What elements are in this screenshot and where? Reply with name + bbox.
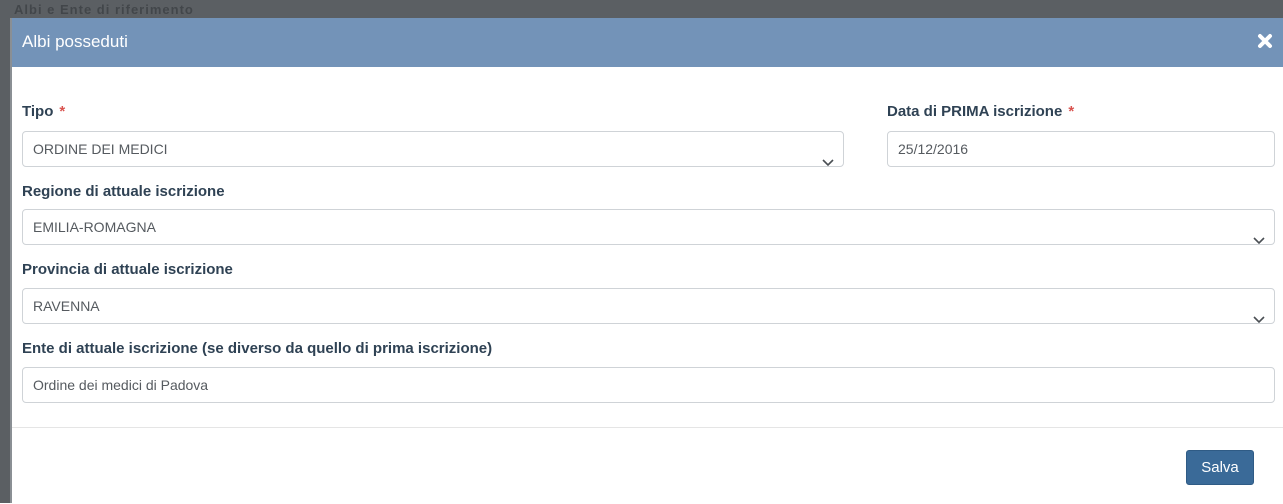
data-prima-iscrizione-label-text: Data di PRIMA iscrizione <box>887 103 1063 120</box>
regione-select[interactable]: EMILIA-ROMAGNA <box>22 209 1275 245</box>
modal-header: Albi posseduti <box>12 18 1283 67</box>
required-mark: * <box>59 103 66 120</box>
albi-modal: Albi posseduti Tipo * ORDINE DEI MEDICI D… <box>10 18 1283 503</box>
data-prima-iscrizione-input[interactable]: 25/12/2016 <box>887 131 1275 167</box>
provincia-select-value: RAVENNA <box>33 298 100 314</box>
ente-label: Ente di attuale iscrizione (se diverso d… <box>22 340 493 357</box>
chevron-down-icon <box>1253 302 1265 324</box>
modal-body: Tipo * ORDINE DEI MEDICI Data di PRIMA is… <box>12 67 1283 428</box>
data-prima-iscrizione-label: Data di PRIMA iscrizione * <box>887 103 1074 120</box>
tipo-label-text: Tipo <box>22 103 54 120</box>
backdrop-heading: Albi e Ente di riferimento <box>14 2 194 17</box>
modal-footer: Salva <box>12 428 1283 504</box>
close-icon[interactable] <box>1255 31 1275 51</box>
ente-input-value: Ordine dei medici di Padova <box>33 377 209 393</box>
provincia-label: Provincia di attuale iscrizione <box>22 261 233 278</box>
tipo-select-value: ORDINE DEI MEDICI <box>33 141 168 157</box>
regione-label: Regione di attuale iscrizione <box>22 183 225 200</box>
tipo-label: Tipo * <box>22 103 65 120</box>
chevron-down-icon <box>1253 223 1265 245</box>
tipo-select[interactable]: ORDINE DEI MEDICI <box>22 131 844 167</box>
regione-select-value: EMILIA-ROMAGNA <box>33 219 156 235</box>
provincia-select[interactable]: RAVENNA <box>22 288 1275 324</box>
ente-input[interactable]: Ordine dei medici di Padova <box>22 367 1275 403</box>
data-prima-iscrizione-value: 25/12/2016 <box>898 141 969 157</box>
save-button[interactable]: Salva <box>1186 450 1254 485</box>
required-mark: * <box>1068 103 1075 120</box>
modal-title: Albi posseduti <box>22 32 128 51</box>
chevron-down-icon <box>822 145 834 167</box>
